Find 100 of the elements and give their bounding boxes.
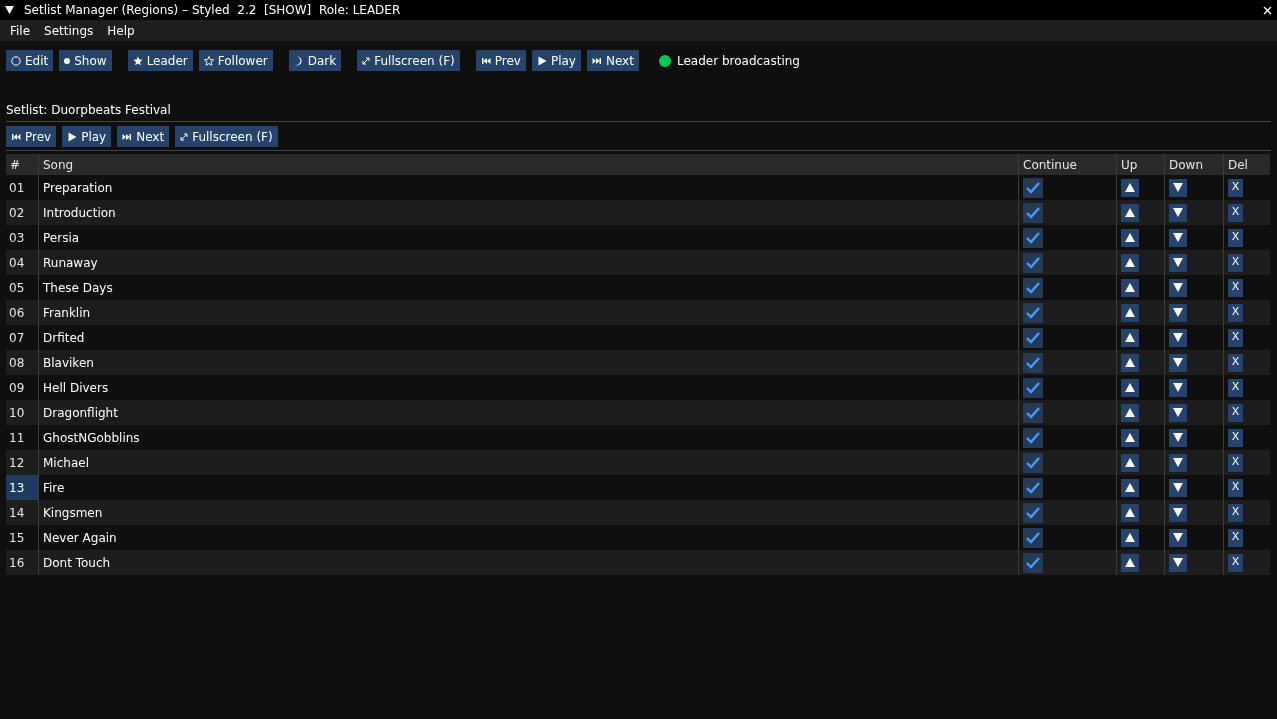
row-number[interactable]: 11 [6, 425, 38, 450]
row-number[interactable]: 12 [6, 450, 38, 475]
row-number[interactable]: 06 [6, 300, 38, 325]
menu-item[interactable]: File [3, 21, 38, 40]
menu-item[interactable]: Settings [37, 21, 101, 40]
continue-checkbox[interactable] [1023, 502, 1043, 523]
toolbar-button[interactable]: Show [59, 50, 112, 71]
delete-button[interactable]: X [1228, 378, 1243, 397]
row-number[interactable]: 05 [6, 275, 38, 300]
toolbar-button[interactable]: Play [62, 126, 112, 147]
row-number[interactable]: 03 [6, 225, 38, 250]
row-number[interactable]: 08 [6, 350, 38, 375]
move-up-button[interactable] [1121, 503, 1139, 522]
move-up-button[interactable] [1121, 528, 1139, 547]
row-number[interactable]: 02 [6, 200, 38, 225]
move-down-button[interactable] [1169, 278, 1187, 297]
row-number[interactable]: 14 [6, 500, 38, 525]
move-down-button[interactable] [1169, 478, 1187, 497]
move-up-button[interactable] [1121, 378, 1139, 397]
move-down-button[interactable] [1169, 228, 1187, 247]
move-down-button[interactable] [1169, 328, 1187, 347]
row-number[interactable]: 01 [6, 175, 38, 200]
move-up-button[interactable] [1121, 428, 1139, 447]
delete-button[interactable]: X [1228, 353, 1243, 372]
continue-checkbox[interactable] [1023, 327, 1043, 348]
menu-item[interactable]: Help [100, 21, 142, 40]
move-up-button[interactable] [1121, 253, 1139, 272]
move-down-button[interactable] [1169, 453, 1187, 472]
move-down-button[interactable] [1169, 203, 1187, 222]
delete-button[interactable]: X [1228, 403, 1243, 422]
delete-button[interactable]: X [1228, 553, 1243, 572]
continue-checkbox[interactable] [1023, 302, 1043, 323]
toolbar-button[interactable]: Leader [127, 50, 193, 71]
row-number[interactable]: 16 [6, 550, 38, 575]
toolbar-button[interactable]: Prev [6, 126, 57, 147]
triangle-up-icon [1125, 283, 1135, 292]
delete-button[interactable]: X [1228, 528, 1243, 547]
row-number[interactable]: 07 [6, 325, 38, 350]
delete-button[interactable]: X [1228, 328, 1243, 347]
move-up-button[interactable] [1121, 453, 1139, 472]
continue-checkbox[interactable] [1023, 277, 1043, 298]
move-up-button[interactable] [1121, 228, 1139, 247]
move-down-button[interactable] [1169, 553, 1187, 572]
move-down-button[interactable] [1169, 503, 1187, 522]
delete-button[interactable]: X [1228, 253, 1243, 272]
move-up-button[interactable] [1121, 478, 1139, 497]
toolbar-button[interactable]: Prev [475, 50, 526, 71]
close-icon[interactable] [1263, 5, 1272, 15]
delete-button[interactable]: X [1228, 478, 1243, 497]
continue-checkbox[interactable] [1023, 377, 1043, 398]
continue-checkbox[interactable] [1023, 252, 1043, 273]
move-up-button[interactable] [1121, 553, 1139, 572]
row-number[interactable]: 15 [6, 525, 38, 550]
delete-button[interactable]: X [1228, 203, 1243, 222]
toolbar-button[interactable]: Fullscreen (F) [357, 50, 460, 71]
move-down-button[interactable] [1169, 303, 1187, 322]
move-up-button[interactable] [1121, 403, 1139, 422]
toolbar-button[interactable]: Fullscreen (F) [175, 126, 278, 147]
continue-checkbox[interactable] [1023, 527, 1043, 548]
move-down-button[interactable] [1169, 353, 1187, 372]
toolbar-button[interactable]: Dark [288, 50, 342, 71]
move-up-button[interactable] [1121, 328, 1139, 347]
move-up-button[interactable] [1121, 203, 1139, 222]
move-down-button[interactable] [1169, 253, 1187, 272]
row-number[interactable]: 10 [6, 400, 38, 425]
row-number[interactable]: 09 [6, 375, 38, 400]
delete-button[interactable]: X [1228, 178, 1243, 197]
continue-checkbox[interactable] [1023, 427, 1043, 448]
delete-button[interactable]: X [1228, 428, 1243, 447]
delete-button[interactable]: X [1228, 303, 1243, 322]
continue-checkbox[interactable] [1023, 352, 1043, 373]
toolbar-button[interactable]: Next [117, 126, 170, 147]
move-up-button[interactable] [1121, 178, 1139, 197]
move-down-button[interactable] [1169, 428, 1187, 447]
continue-checkbox[interactable] [1023, 477, 1043, 498]
delete-button[interactable]: X [1228, 453, 1243, 472]
row-number[interactable]: 13 [6, 475, 38, 500]
delete-button[interactable]: X [1228, 278, 1243, 297]
move-up-button[interactable] [1121, 303, 1139, 322]
move-up-button[interactable] [1121, 353, 1139, 372]
move-down-button[interactable] [1169, 528, 1187, 547]
delete-button[interactable]: X [1228, 503, 1243, 522]
move-down-button[interactable] [1169, 403, 1187, 422]
continue-checkbox[interactable] [1023, 552, 1043, 573]
toolbar-button[interactable]: Next [586, 50, 639, 71]
continue-checkbox[interactable] [1023, 402, 1043, 423]
continue-checkbox[interactable] [1023, 202, 1043, 223]
continue-checkbox[interactable] [1023, 452, 1043, 473]
move-up-button[interactable] [1121, 278, 1139, 297]
delete-button[interactable]: X [1228, 228, 1243, 247]
move-down-button[interactable] [1169, 178, 1187, 197]
check-icon [1026, 281, 1040, 294]
continue-checkbox[interactable] [1023, 177, 1043, 198]
move-down-button[interactable] [1169, 378, 1187, 397]
row-number[interactable]: 04 [6, 250, 38, 275]
toolbar-button[interactable]: Follower [198, 50, 273, 71]
continue-checkbox[interactable] [1023, 227, 1043, 248]
collapse-icon[interactable] [5, 6, 14, 14]
toolbar-button[interactable]: Play [531, 50, 581, 71]
toolbar-button[interactable]: Edit [6, 50, 54, 71]
